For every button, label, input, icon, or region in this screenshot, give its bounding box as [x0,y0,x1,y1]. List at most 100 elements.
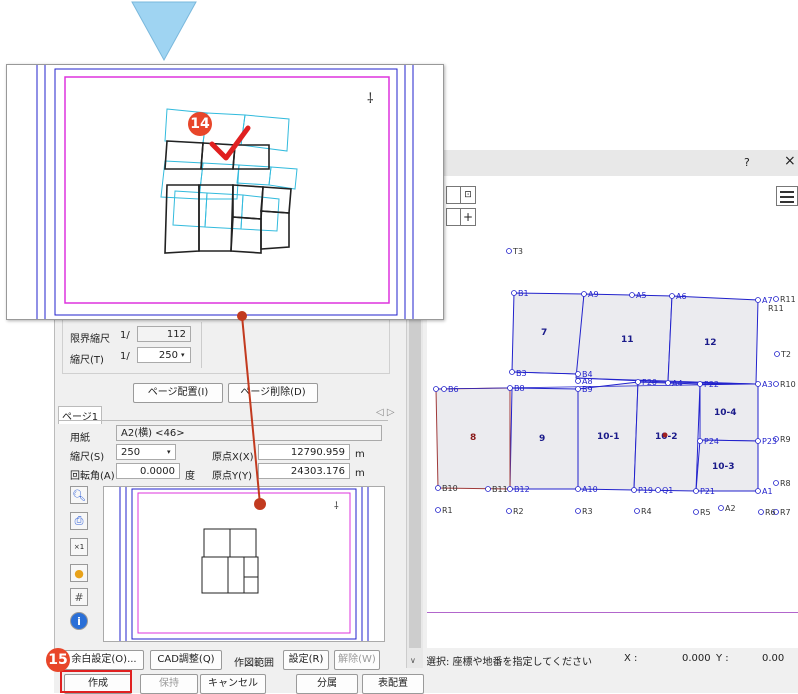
svg-text:B3: B3 [516,369,527,378]
limit-scale-label: 限界縮尺 [70,334,110,345]
scale-s-value: 250 [121,447,141,458]
svg-text:⸸: ⸸ [367,91,374,107]
svg-text:A5: A5 [636,291,647,300]
scale-s-label: 縮尺(S) [70,452,105,463]
fit-view-icon[interactable]: ⊡ [460,186,476,204]
svg-text:P20: P20 [642,378,657,387]
limit-scale-field: 112 [137,326,191,342]
parcel-map[interactable]: 7 11 12 10-4 8 9 10-1 10-2 10-3 T3 B1 A9… [424,240,798,530]
parcel-7 [511,292,585,375]
create-highlight [60,670,132,693]
paper-label: 用紙 [70,433,90,444]
connector-line [237,311,266,510]
svg-text:P21: P21 [700,487,715,496]
svg-text:A2: A2 [725,504,736,513]
status-separator [424,612,798,613]
rotation-field[interactable]: 0.0000 [116,463,180,479]
draw-range-label: 作図範囲 [234,658,274,669]
scale-t-label: 縮尺(T) [70,355,104,366]
origin-y-unit: m [355,468,365,479]
chevron-down-icon: ▾ [181,351,185,359]
svg-text:8: 8 [470,433,476,443]
svg-text:P19: P19 [638,486,653,495]
info-icon[interactable]: i [70,612,88,630]
dialog-scrollbar[interactable]: ∨ [406,318,423,668]
down-arrow-marker [131,1,197,62]
table-layout-button[interactable]: 表配置 [362,674,424,694]
svg-text:R11: R11 [768,304,784,313]
status-y-label: Y : [716,653,729,664]
help-button[interactable]: ? [744,156,750,169]
grid-icon[interactable]: # [70,588,88,606]
svg-text:R7: R7 [780,508,791,517]
svg-text:B12: B12 [514,485,530,494]
svg-text:B10: B10 [442,484,458,493]
svg-text:10-1: 10-1 [597,432,620,442]
svg-text:10-3: 10-3 [712,462,735,472]
svg-text:R4: R4 [641,507,652,516]
clear-range-button[interactable]: 解除(W) [334,650,380,670]
rotation-unit: 度 [185,471,195,482]
svg-text:A3: A3 [762,380,773,389]
svg-text:11: 11 [621,335,634,345]
paper-value: A2(横) <46> [121,428,185,439]
cad-adjust-button[interactable]: CAD調整(Q) [150,650,222,670]
chevron-down-icon: ▾ [167,448,171,456]
hold-button[interactable]: 保持 [140,674,198,694]
page-place-button[interactable]: ページ配置(I) [133,383,223,403]
zoom-icon[interactable]: 🔍︎ [70,486,88,504]
svg-text:7: 7 [541,328,547,338]
svg-text:⸸: ⸸ [334,501,339,512]
svg-text:R8: R8 [780,479,791,488]
svg-text:B1: B1 [518,289,529,298]
cad-titlebar [424,150,798,176]
svg-text:R10: R10 [780,380,796,389]
svg-text:R1: R1 [442,506,453,515]
svg-text:P22: P22 [704,380,719,389]
cancel-button[interactable]: キャンセル [200,674,266,694]
svg-text:A1: A1 [762,487,773,496]
svg-text:A10: A10 [582,485,598,494]
status-x-value: 0.000 [682,653,711,664]
svg-text:Q1: Q1 [662,486,673,495]
origin-x-unit: m [355,449,365,460]
svg-text:T3: T3 [512,247,523,256]
status-x-label: X : [624,653,638,664]
status-y-value: 0.00 [762,653,785,664]
svg-text:A6: A6 [676,292,687,301]
svg-text:12: 12 [704,338,717,348]
svg-text:9: 9 [539,434,545,444]
vertical-divider [201,322,202,368]
step-15-badge: 15 [46,648,70,672]
zoomed-preview: ⸸ [6,64,444,320]
svg-text:B9: B9 [582,385,593,394]
scale-group-box [62,318,390,374]
lightbulb-icon[interactable]: ● [70,564,88,582]
tab-scroll-arrows[interactable]: ◁ ▷ [376,407,395,418]
status-hint: 選択: 座標や地番を指定してください [426,657,592,668]
svg-text:R9: R9 [780,435,791,444]
svg-text:R6: R6 [765,508,776,517]
checkmark-icon [209,125,251,161]
close-button[interactable]: × [784,153,796,169]
zoom-in-icon[interactable]: + [460,208,476,226]
origin-x-field[interactable]: 12790.959 [258,444,350,460]
svg-text:B6: B6 [448,385,459,394]
svg-text:R2: R2 [513,507,524,516]
scale-1x-icon[interactable]: ×1 [70,538,88,556]
split-button[interactable]: 分属 [296,674,358,694]
hamburger-icon[interactable] [776,186,798,206]
scale-t-prefix: 1/ [120,351,130,362]
svg-text:R5: R5 [700,508,711,517]
rotation-label: 回転角(A) [70,471,115,482]
svg-text:A9: A9 [588,290,599,299]
svg-text:A4: A4 [672,379,683,388]
set-range-button[interactable]: 設定(R) [283,650,329,670]
svg-text:B8: B8 [514,384,525,393]
print-preview-icon[interactable]: ⎙ [70,512,88,530]
scale-t-value: 250 [158,350,178,361]
limit-scale-prefix: 1/ [120,330,130,341]
origin-y-field[interactable]: 24303.176 [258,463,350,479]
margin-settings-button[interactable]: 余白設定(O)... [64,650,144,670]
step-14-badge: 14 [188,112,212,136]
